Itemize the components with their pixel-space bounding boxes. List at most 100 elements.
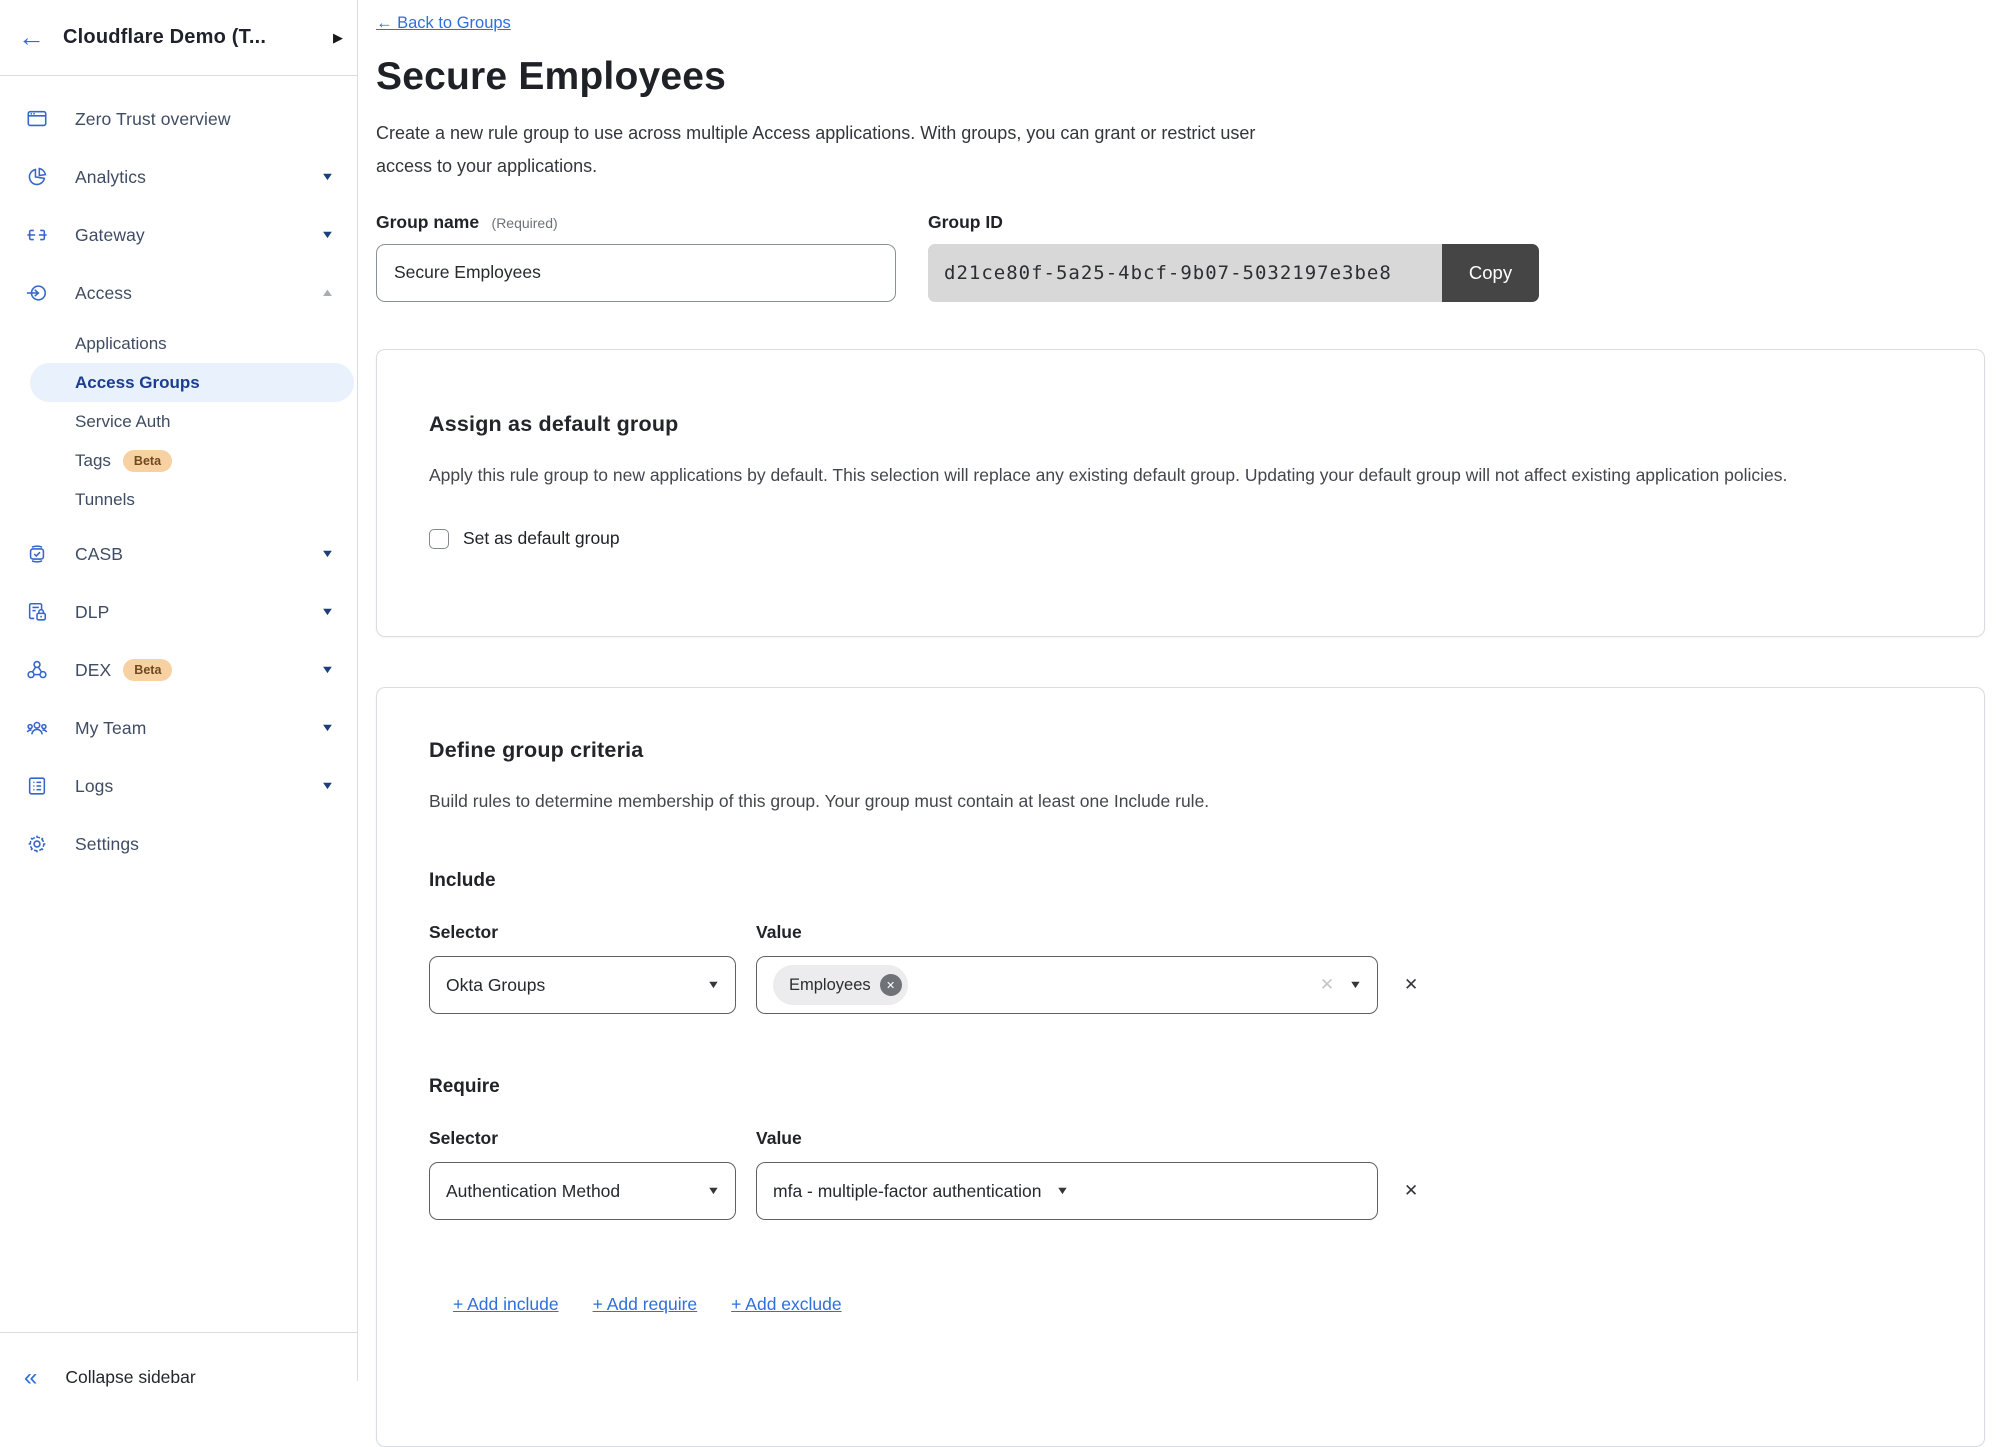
sidebar-item-logs[interactable]: Logs ▼ xyxy=(0,757,357,815)
sidebar-item-zero-trust-overview[interactable]: Zero Trust overview xyxy=(0,90,357,148)
sidebar-item-service-auth[interactable]: Service Auth xyxy=(0,402,357,441)
access-icon xyxy=(25,281,49,305)
account-expand-icon[interactable]: ▶ xyxy=(333,30,343,46)
sidebar-item-label: Settings xyxy=(75,834,139,855)
sidebar-nav: Zero Trust overview Analytics ▼ Gateway xyxy=(0,76,357,873)
sidebar-item-tags[interactable]: Tags Beta xyxy=(0,441,357,480)
require-rule-row: Authentication Method ▼ mfa - multiple-f… xyxy=(429,1162,1928,1220)
remove-include-rule-icon[interactable]: ✕ xyxy=(1404,975,1418,995)
criteria-card: Define group criteria Build rules to det… xyxy=(376,687,1985,1447)
remove-require-rule-icon[interactable]: ✕ xyxy=(1404,1181,1418,1201)
add-require-link[interactable]: + Add require xyxy=(593,1294,698,1315)
chevron-down-icon[interactable]: ▼ xyxy=(320,780,335,792)
group-id-value: d21ce80f-5a25-4bcf-9b07-5032197e3be8 xyxy=(928,244,1442,302)
sidebar-item-label: Service Auth xyxy=(75,412,170,432)
pie-chart-icon xyxy=(25,165,49,189)
account-header: ← Cloudflare Demo (T... ▶ xyxy=(0,0,357,76)
add-exclude-link[interactable]: + Add exclude xyxy=(731,1294,841,1315)
include-selector-select[interactable]: Okta Groups ▼ xyxy=(429,956,736,1014)
require-heading: Require xyxy=(429,1076,1928,1098)
chevron-down-icon: ▼ xyxy=(706,979,720,991)
clear-value-icon[interactable]: ✕ xyxy=(1320,975,1334,995)
sidebar-item-label: Access Groups xyxy=(75,373,200,393)
chevron-down-icon[interactable]: ▼ xyxy=(320,664,335,676)
group-id-block: Group ID d21ce80f-5a25-4bcf-9b07-5032197… xyxy=(928,212,1539,302)
sidebar-item-access-groups[interactable]: Access Groups xyxy=(30,363,354,402)
include-value-multiselect[interactable]: Employees ✕ ✕ ▼ xyxy=(756,956,1378,1014)
log-list-icon xyxy=(25,774,49,798)
beta-badge: Beta xyxy=(123,659,172,681)
sidebar-item-label: CASB xyxy=(75,544,123,565)
casb-icon xyxy=(25,542,49,566)
sidebar-item-gateway[interactable]: Gateway ▼ xyxy=(0,206,357,264)
back-arrow-icon[interactable]: ← xyxy=(18,24,45,51)
gateway-icon xyxy=(25,223,49,247)
require-selector-value: Authentication Method xyxy=(446,1181,620,1202)
sidebar-item-label: Gateway xyxy=(75,225,145,246)
group-name-input[interactable] xyxy=(376,244,896,302)
default-group-card: Assign as default group Apply this rule … xyxy=(376,349,1985,637)
account-name: Cloudflare Demo (T... xyxy=(63,26,266,49)
value-tag: Employees ✕ xyxy=(773,965,908,1005)
collapse-sidebar-button[interactable]: « Collapse sidebar xyxy=(0,1332,357,1392)
sidebar-item-analytics[interactable]: Analytics ▼ xyxy=(0,148,357,206)
chevron-down-icon[interactable]: ▼ xyxy=(320,171,335,183)
criteria-card-title: Define group criteria xyxy=(429,738,1928,763)
sidebar-item-access[interactable]: Access ▲ xyxy=(0,264,357,322)
require-selector-select[interactable]: Authentication Method ▼ xyxy=(429,1162,736,1220)
sidebar-item-label: DLP xyxy=(75,602,109,623)
default-group-checkbox-row[interactable]: Set as default group xyxy=(429,528,1928,549)
include-selector-label: Selector xyxy=(429,922,756,943)
page-description: Create a new rule group to use across mu… xyxy=(376,117,1306,184)
sidebar-item-applications[interactable]: Applications xyxy=(0,324,357,363)
sidebar-item-label: Access xyxy=(75,283,132,304)
tag-remove-icon[interactable]: ✕ xyxy=(880,974,902,996)
sidebar-item-settings[interactable]: Settings xyxy=(0,815,357,873)
default-group-card-description: Apply this rule group to new application… xyxy=(429,461,1859,491)
sidebar-item-label: Tunnels xyxy=(75,490,135,510)
access-sub-list: Applications Access Groups Service Auth … xyxy=(0,322,357,525)
criteria-card-description: Build rules to determine membership of t… xyxy=(429,787,1859,817)
main-content: ← Back to Groups Secure Employees Create… xyxy=(358,0,1999,1381)
chevron-down-icon[interactable]: ▼ xyxy=(320,229,335,241)
sidebar-item-my-team[interactable]: My Team ▼ xyxy=(0,699,357,757)
require-labels: Selector Value xyxy=(429,1128,1928,1149)
sidebar-item-label: Logs xyxy=(75,776,113,797)
chevron-down-icon[interactable]: ▼ xyxy=(320,722,335,734)
sidebar-item-label: My Team xyxy=(75,718,146,739)
sidebar-item-dlp[interactable]: DLP ▼ xyxy=(0,583,357,641)
sidebar: ← Cloudflare Demo (T... ▶ Zero Trust ove… xyxy=(0,0,358,1381)
beta-badge: Beta xyxy=(123,450,172,472)
include-value-label: Value xyxy=(756,922,802,943)
chevron-down-icon[interactable]: ▼ xyxy=(320,548,335,560)
chevron-down-icon[interactable]: ▼ xyxy=(320,606,335,618)
gear-icon xyxy=(25,832,49,856)
require-value-select[interactable]: mfa - multiple-factor authentication ▼ xyxy=(756,1162,1378,1220)
sidebar-item-casb[interactable]: CASB ▼ xyxy=(0,525,357,583)
back-to-groups-link[interactable]: ← Back to Groups xyxy=(376,14,511,33)
require-selector-label: Selector xyxy=(429,1128,756,1149)
default-group-checkbox[interactable] xyxy=(429,529,449,549)
network-cluster-icon xyxy=(25,658,49,682)
chevron-up-icon[interactable]: ▲ xyxy=(320,287,335,299)
require-value: mfa - multiple-factor authentication xyxy=(773,1181,1041,1202)
include-selector-value: Okta Groups xyxy=(446,975,545,996)
include-labels: Selector Value xyxy=(429,922,1928,943)
collapse-chevrons-icon: « xyxy=(24,1366,37,1390)
sidebar-item-tunnels[interactable]: Tunnels xyxy=(0,480,357,519)
people-icon xyxy=(25,716,49,740)
copy-button[interactable]: Copy xyxy=(1442,244,1539,302)
sidebar-item-label: Tags xyxy=(75,451,111,471)
sidebar-item-label: Zero Trust overview xyxy=(75,109,231,130)
default-group-card-title: Assign as default group xyxy=(429,412,1928,437)
default-group-checkbox-label: Set as default group xyxy=(463,528,620,549)
chevron-down-icon: ▼ xyxy=(1056,1185,1070,1197)
sidebar-item-dex[interactable]: DEX Beta ▼ xyxy=(0,641,357,699)
add-include-link[interactable]: + Add include xyxy=(453,1294,559,1315)
collapse-label: Collapse sidebar xyxy=(65,1367,195,1388)
value-tag-label: Employees xyxy=(789,976,871,995)
group-id-label: Group ID xyxy=(928,212,1539,233)
group-form-row: Group name (Required) Group ID d21ce80f-… xyxy=(376,212,1985,302)
sidebar-item-label: DEX xyxy=(75,660,111,681)
document-lock-icon xyxy=(25,600,49,624)
